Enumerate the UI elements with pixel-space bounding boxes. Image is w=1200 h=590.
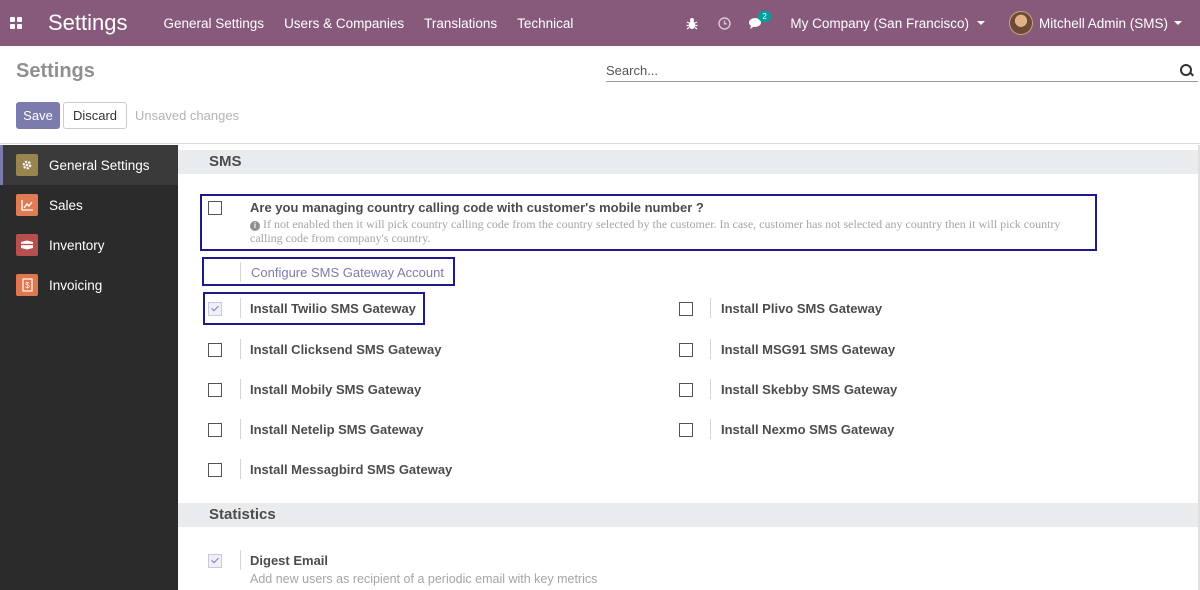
sidebar-item-general-settings[interactable]: General Settings [0, 145, 178, 185]
page-title: Settings [16, 60, 95, 82]
chat-count-badge: 2 [758, 10, 771, 22]
sidebar-item-label: Sales [49, 197, 83, 213]
systray: 2 My Company (San Francisco) Mitchell Ad… [676, 0, 1200, 46]
chevron-down-icon [1174, 21, 1182, 25]
chart-icon [16, 194, 38, 216]
country-code-checkbox[interactable] [208, 201, 222, 215]
sidebar-item-inventory[interactable]: Inventory [0, 225, 178, 265]
divider [240, 379, 241, 399]
section-title-statistics: Statistics [178, 503, 1198, 527]
clicksend-checkbox[interactable] [208, 343, 222, 357]
top-navbar: Settings General Settings Users & Compan… [0, 0, 1200, 46]
country-code-help: i If not enabled then it will pick countr… [250, 217, 1095, 245]
clicksend-label[interactable]: Install Clicksend SMS Gateway [250, 342, 441, 357]
settings-sidebar: General Settings Sales Inventory $ Invoi… [0, 145, 178, 590]
search-input[interactable] [606, 63, 1180, 78]
sidebar-item-sales[interactable]: Sales [0, 185, 178, 225]
configure-sms-gateway-link[interactable]: Configure SMS Gateway Account [251, 265, 444, 280]
info-icon: i [250, 221, 260, 231]
skebby-label[interactable]: Install Skebby SMS Gateway [721, 382, 897, 397]
messagbird-label[interactable]: Install Messagbird SMS Gateway [250, 462, 452, 477]
control-panel: Settings Save Discard Unsaved changes [0, 46, 1200, 144]
discard-button[interactable]: Discard [63, 102, 127, 129]
bug-icon[interactable] [676, 17, 708, 30]
messagbird-checkbox[interactable] [208, 463, 222, 477]
svg-text:$: $ [25, 281, 30, 290]
nexmo-label[interactable]: Install Nexmo SMS Gateway [721, 422, 894, 437]
divider [710, 379, 711, 399]
apps-menu-icon[interactable] [0, 0, 32, 46]
divider [710, 339, 711, 359]
twilio-checkbox[interactable] [208, 302, 222, 316]
menu-translations[interactable]: Translations [414, 16, 507, 31]
nexmo-checkbox[interactable] [679, 423, 693, 437]
divider [240, 339, 241, 359]
menu-users-companies[interactable]: Users & Companies [274, 16, 414, 31]
search-icon[interactable] [1180, 63, 1194, 78]
divider [710, 419, 711, 439]
country-code-label[interactable]: Are you managing country calling code wi… [250, 200, 704, 215]
sidebar-item-label: Invoicing [49, 277, 103, 293]
digest-email-label[interactable]: Digest Email [250, 553, 328, 568]
company-switcher[interactable]: My Company (San Francisco) [772, 16, 999, 31]
divider [240, 262, 241, 282]
app-title: Settings [48, 10, 128, 35]
divider [240, 419, 241, 439]
menu-general-settings[interactable]: General Settings [154, 16, 275, 31]
divider [240, 550, 241, 570]
msg91-checkbox[interactable] [679, 343, 693, 357]
divider [240, 459, 241, 479]
mobily-label[interactable]: Install Mobily SMS Gateway [250, 382, 421, 397]
user-menu[interactable]: Mitchell Admin (SMS) [999, 11, 1200, 35]
netelip-checkbox[interactable] [208, 423, 222, 437]
divider [240, 298, 241, 318]
digest-email-checkbox[interactable] [208, 554, 222, 568]
box-icon [16, 234, 38, 256]
clock-icon[interactable] [708, 16, 740, 30]
plivo-checkbox[interactable] [679, 302, 693, 316]
sidebar-item-label: General Settings [49, 157, 150, 173]
save-button[interactable]: Save [16, 102, 60, 129]
sidebar-item-invoicing[interactable]: $ Invoicing [0, 265, 178, 305]
unsaved-changes-status: Unsaved changes [135, 108, 240, 123]
digest-email-help: Add new users as recipient of a periodic… [250, 572, 598, 586]
country-code-help-text: If not enabled then it will pick country… [250, 217, 1061, 245]
plivo-label[interactable]: Install Plivo SMS Gateway [721, 301, 882, 316]
section-title-sms: SMS [178, 150, 1198, 174]
twilio-label[interactable]: Install Twilio SMS Gateway [250, 301, 416, 316]
mobily-checkbox[interactable] [208, 383, 222, 397]
divider [710, 298, 711, 318]
invoice-icon: $ [16, 274, 38, 296]
company-name: My Company (San Francisco) [790, 15, 969, 31]
user-name: Mitchell Admin (SMS) [1038, 15, 1168, 31]
menu-technical[interactable]: Technical [507, 16, 583, 31]
chat-icon[interactable]: 2 [740, 10, 772, 30]
sidebar-item-label: Inventory [49, 237, 105, 253]
avatar [1008, 11, 1033, 35]
search-bar [606, 60, 1198, 82]
skebby-checkbox[interactable] [679, 383, 693, 397]
gear-icon [16, 154, 38, 176]
settings-content: SMS Are you managing country calling cod… [178, 145, 1198, 590]
chevron-down-icon [976, 21, 985, 25]
msg91-label[interactable]: Install MSG91 SMS Gateway [721, 342, 895, 357]
netelip-label[interactable]: Install Netelip SMS Gateway [250, 422, 423, 437]
